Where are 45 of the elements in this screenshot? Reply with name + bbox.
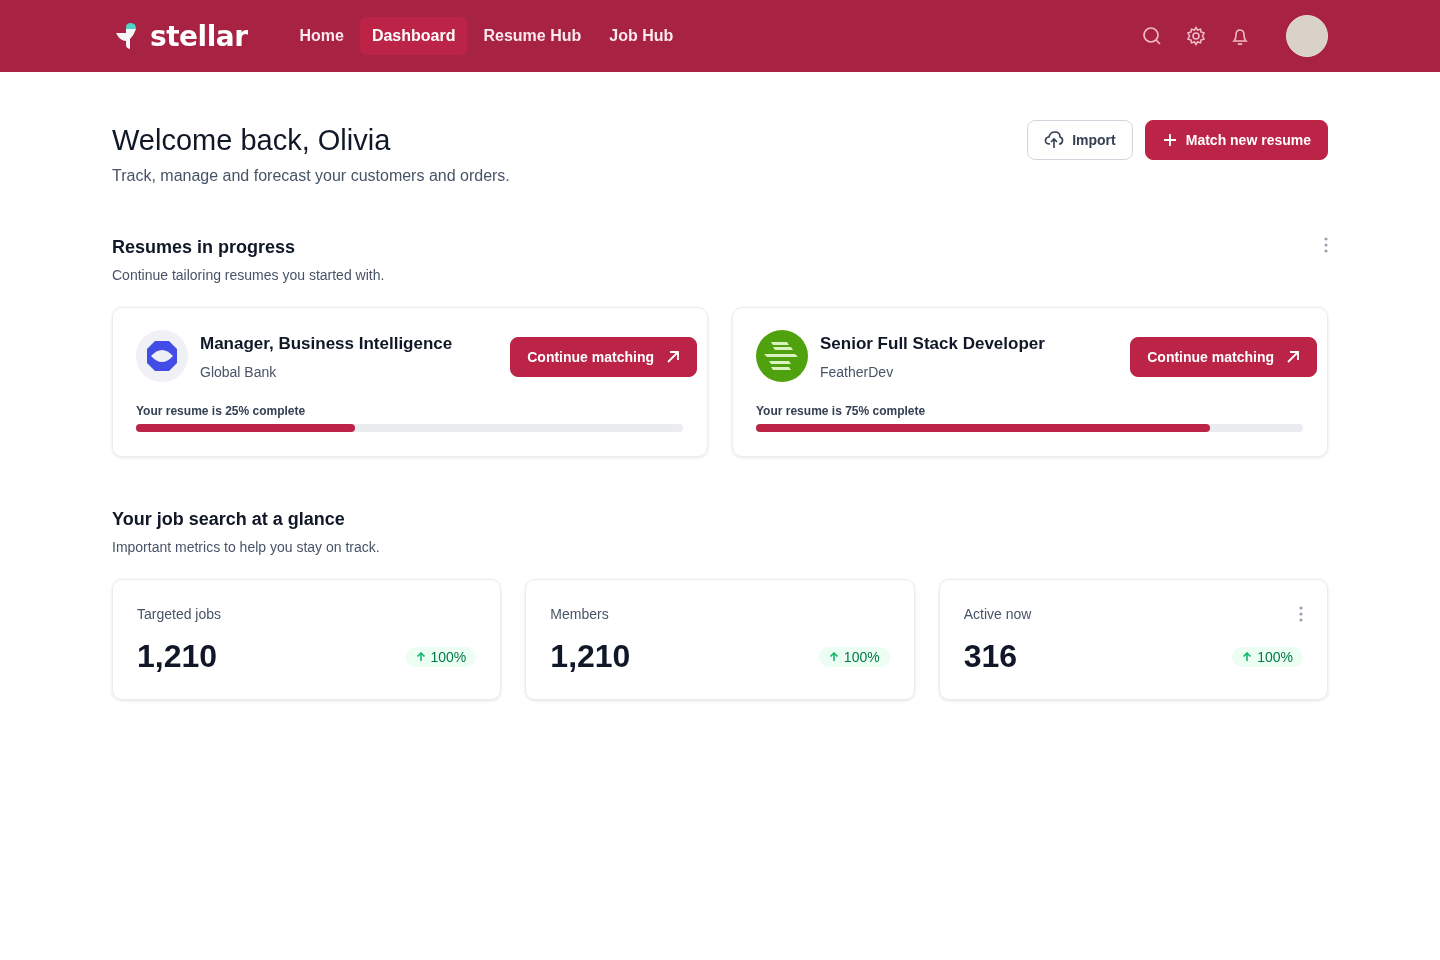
octagon-logo-icon xyxy=(136,330,188,382)
avatar[interactable] xyxy=(1286,15,1328,57)
change-value: 100% xyxy=(430,648,467,665)
import-button[interactable]: Import xyxy=(1027,120,1133,160)
metric-value: 316 xyxy=(963,638,1018,675)
nav-tab[interactable]: Job Hub xyxy=(597,17,686,55)
nav-tab[interactable]: Dashboard xyxy=(359,17,468,55)
brand-name[interactable]: stellar xyxy=(150,19,248,53)
job-title: Senior Full Stack Developer xyxy=(820,334,1046,354)
arrow-up-right-icon xyxy=(1286,350,1300,364)
bell-icon[interactable] xyxy=(1230,26,1250,46)
progress-label: Your resume is 25% complete xyxy=(136,404,307,418)
metric-label: Members xyxy=(550,606,609,622)
section-title: Your job search at a glance xyxy=(112,509,346,530)
metric-value: 1,210 xyxy=(137,638,218,675)
progress-label: Your resume is 75% complete xyxy=(756,404,927,418)
change-value: 100% xyxy=(1257,648,1293,665)
striped-logo-icon xyxy=(756,330,808,382)
more-vertical-icon[interactable] xyxy=(1324,237,1328,253)
search-icon[interactable] xyxy=(1142,26,1162,46)
nav-tab[interactable]: Resume Hub xyxy=(471,17,594,55)
cloud-upload-icon xyxy=(1044,131,1065,149)
arrow-up-icon xyxy=(1242,651,1253,662)
arrow-up-right-icon xyxy=(666,350,680,364)
page-title: Welcome back, Olivia xyxy=(112,124,392,157)
section-subtitle: Continue tailoring resumes you started with. xyxy=(112,267,385,283)
page-subtitle: Track, manage and forecast your customers and orders. xyxy=(112,167,510,185)
arrow-up-icon xyxy=(828,651,839,662)
metric-label: Active now xyxy=(963,606,1032,622)
change-value: 100% xyxy=(843,648,880,665)
metric-value: 1,210 xyxy=(550,638,631,675)
settings-icon[interactable] xyxy=(1186,26,1206,46)
continue-matching-button[interactable]: Continue matching xyxy=(510,337,697,377)
job-title: Manager, Business Intelligence xyxy=(200,334,454,354)
continue-matching-button[interactable]: Continue matching xyxy=(1130,337,1317,377)
arrow-up-icon xyxy=(415,651,426,662)
metric-label: Targeted jobs xyxy=(137,606,222,622)
plus-icon xyxy=(1161,132,1178,148)
match-resume-button[interactable]: Match new resume xyxy=(1144,120,1328,160)
section-title: Resumes in progress xyxy=(112,237,297,258)
company-name: Global Bank xyxy=(200,364,278,380)
company-name: FeatherDev xyxy=(820,364,895,380)
nav-tab[interactable]: Home xyxy=(287,17,356,55)
section-subtitle: Important metrics to help you stay on track. xyxy=(112,539,380,555)
more-vertical-icon[interactable] xyxy=(1299,606,1303,622)
